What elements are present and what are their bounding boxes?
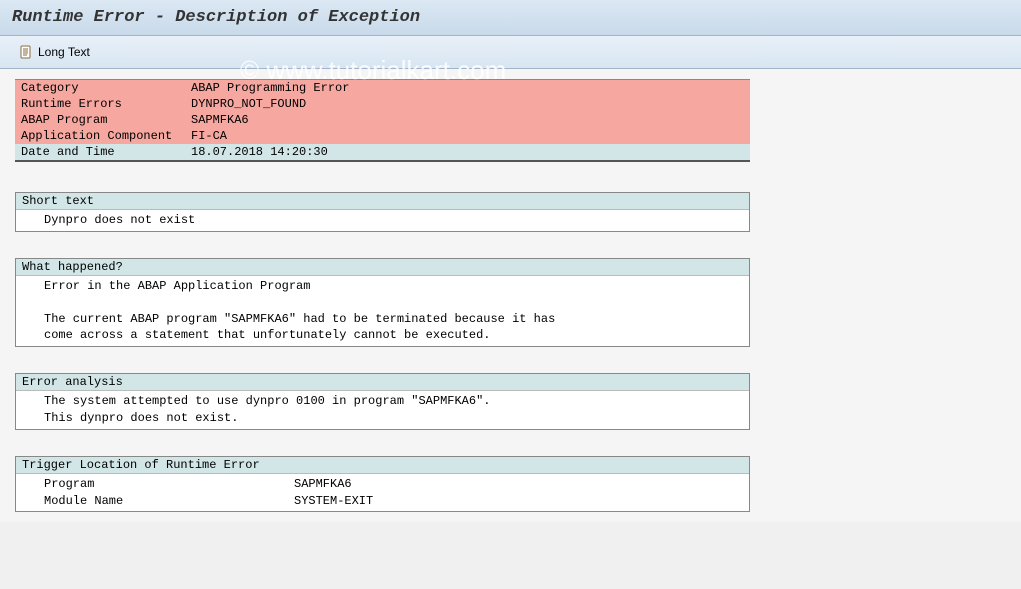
kv-val: SAPMFKA6	[294, 476, 352, 493]
info-row-category: Category ABAP Programming Error	[15, 80, 750, 97]
long-text-button[interactable]: Long Text	[12, 42, 96, 62]
section-line: The current ABAP program "SAPMFKA6" had …	[16, 311, 749, 328]
info-label: Runtime Errors	[15, 96, 185, 112]
section-short-text: Short text Dynpro does not exist	[15, 192, 750, 232]
document-icon	[18, 44, 34, 60]
info-label: ABAP Program	[15, 112, 185, 128]
section-line	[16, 295, 749, 311]
kv-key: Module Name	[44, 493, 294, 510]
info-value: DYNPRO_NOT_FOUND	[185, 96, 750, 112]
section-line: This dynpro does not exist.	[16, 410, 749, 427]
toolbar: Long Text	[0, 36, 1021, 69]
section-line: The system attempted to use dynpro 0100 …	[16, 393, 749, 410]
section-line: come across a statement that unfortunate…	[16, 327, 749, 344]
title-bar: Runtime Error - Description of Exception	[0, 0, 1021, 36]
info-value: FI-CA	[185, 128, 750, 144]
info-table: Category ABAP Programming Error Runtime …	[15, 79, 750, 162]
info-label: Date and Time	[15, 144, 185, 161]
section-header: Error analysis	[16, 374, 749, 391]
info-label: Application Component	[15, 128, 185, 144]
kv-key: Program	[44, 476, 294, 493]
info-row-application-component: Application Component FI-CA	[15, 128, 750, 144]
section-header: Short text	[16, 193, 749, 210]
kv-val: SYSTEM-EXIT	[294, 493, 373, 510]
section-what-happened: What happened? Error in the ABAP Applica…	[15, 258, 750, 347]
section-error-analysis: Error analysis The system attempted to u…	[15, 373, 750, 430]
page-title: Runtime Error - Description of Exception	[12, 8, 420, 27]
info-value: SAPMFKA6	[185, 112, 750, 128]
long-text-label: Long Text	[38, 45, 90, 59]
info-value: 18.07.2018 14:20:30	[185, 144, 750, 161]
section-header: What happened?	[16, 259, 749, 276]
trigger-row-module: Module Name SYSTEM-EXIT	[16, 493, 749, 510]
section-trigger-location: Trigger Location of Runtime Error Progra…	[15, 456, 750, 513]
info-value: ABAP Programming Error	[185, 80, 750, 97]
info-row-abap-program: ABAP Program SAPMFKA6	[15, 112, 750, 128]
section-header: Trigger Location of Runtime Error	[16, 457, 749, 474]
content-area: Category ABAP Programming Error Runtime …	[0, 69, 1021, 522]
section-line: Error in the ABAP Application Program	[16, 278, 749, 295]
info-row-runtime-errors: Runtime Errors DYNPRO_NOT_FOUND	[15, 96, 750, 112]
trigger-row-program: Program SAPMFKA6	[16, 476, 749, 493]
info-row-date-time: Date and Time 18.07.2018 14:20:30	[15, 144, 750, 161]
info-label: Category	[15, 80, 185, 97]
section-line: Dynpro does not exist	[16, 212, 749, 229]
